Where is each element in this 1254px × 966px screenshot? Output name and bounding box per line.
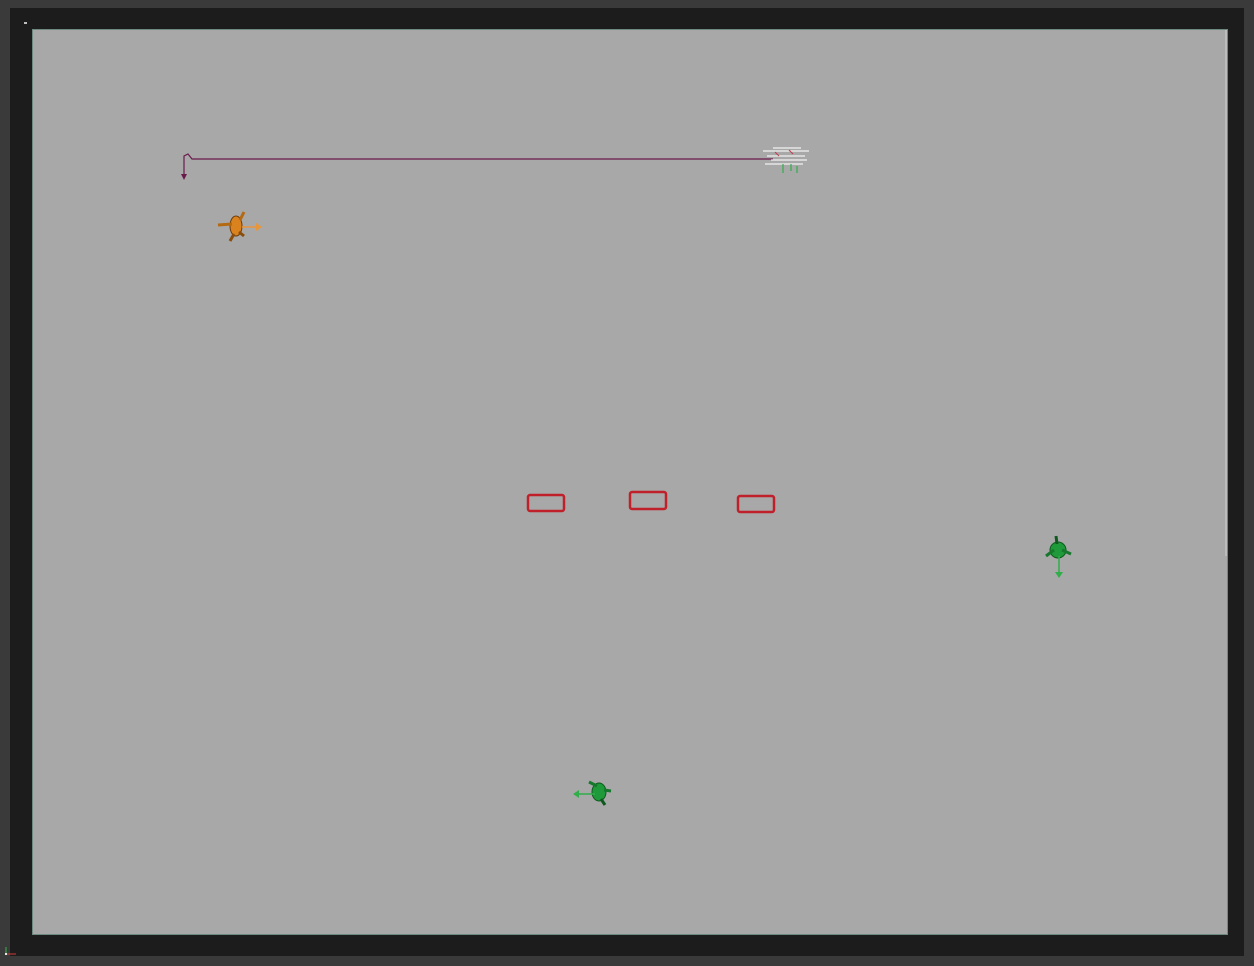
green-character-bottom[interactable] bbox=[573, 780, 612, 806]
red-box-1[interactable] bbox=[526, 493, 566, 513]
orange-character-leg-left bbox=[228, 233, 236, 242]
motion-path[interactable] bbox=[181, 147, 809, 180]
green-character-right[interactable] bbox=[1045, 535, 1072, 578]
orange-character-arm-left bbox=[217, 222, 233, 227]
green-character-bottom-arm-right bbox=[603, 788, 612, 793]
orange-character-arm-right bbox=[238, 211, 246, 221]
motion-path-line[interactable] bbox=[183, 153, 773, 178]
green-character-right-arrow-head bbox=[1055, 572, 1063, 578]
green-character-bottom-arrow-head bbox=[573, 790, 579, 798]
path-end-markers[interactable] bbox=[763, 147, 809, 165]
path-end-green-ticks bbox=[782, 164, 798, 173]
red-box-2[interactable] bbox=[628, 490, 668, 511]
orange-character-arrow-head bbox=[256, 223, 262, 231]
green-character-right-head bbox=[1054, 535, 1059, 545]
red-box-3[interactable] bbox=[736, 494, 776, 514]
scene-view[interactable] bbox=[33, 30, 1227, 934]
orange-character[interactable] bbox=[217, 211, 262, 242]
app-window bbox=[0, 0, 1254, 966]
green-character-bottom-arm-top bbox=[588, 780, 598, 788]
green-character-bottom-leg bbox=[599, 798, 607, 806]
box-row[interactable] bbox=[526, 490, 776, 514]
axis-gizmo-icon bbox=[5, 947, 16, 955]
viewport-canvas[interactable] bbox=[32, 29, 1228, 935]
viewport-panel bbox=[10, 8, 1244, 956]
orange-character-leg-right bbox=[238, 230, 245, 238]
motion-path-start-arrow bbox=[181, 174, 187, 180]
corner-marker-icon bbox=[24, 22, 27, 24]
